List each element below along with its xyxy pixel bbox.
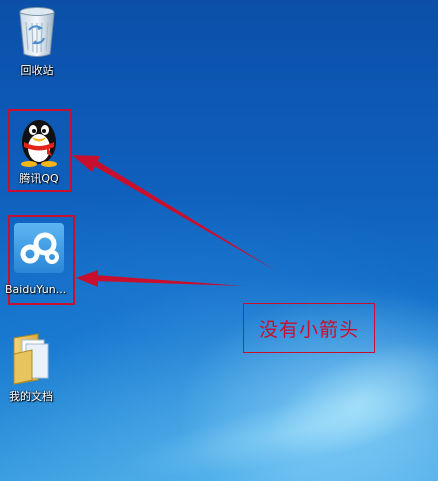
- arrow-to-baiduyun: [76, 270, 244, 287]
- callout-box: 没有小箭头: [243, 303, 375, 353]
- arrow-to-qq: [72, 155, 278, 272]
- callout-text: 没有小箭头: [258, 318, 359, 341]
- annotation-arrows: [72, 155, 278, 287]
